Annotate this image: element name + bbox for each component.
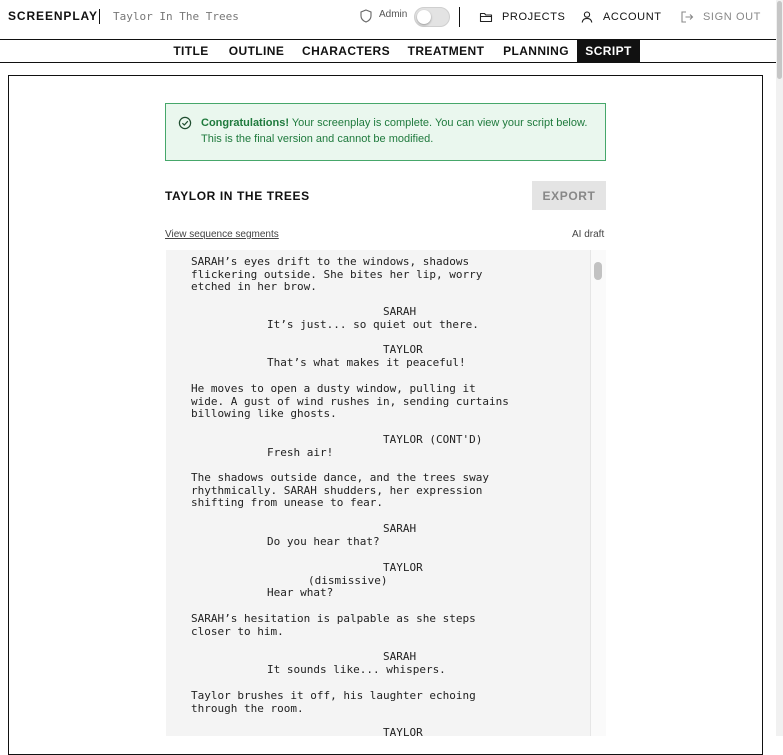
- script-title: TAYLOR IN THE TREES: [165, 189, 310, 203]
- view-sequence-segments-link[interactable]: View sequence segments: [165, 229, 279, 240]
- script-dialogue: Hear what?: [267, 586, 334, 599]
- script-action-line: SARAH’s hesitation is palpable as she st…: [191, 612, 476, 638]
- check-circle-icon: [178, 116, 192, 130]
- script-character-name: SARAH: [383, 305, 417, 318]
- projects-link[interactable]: PROJECTS: [479, 10, 565, 24]
- script-action-line: He moves to open a dusty window, pulling…: [191, 382, 509, 421]
- page-scrollbar[interactable]: [776, 0, 783, 736]
- sign-out-icon: [681, 11, 694, 23]
- tab-characters[interactable]: CHARACTERS: [298, 40, 394, 62]
- admin-label: Admin: [379, 9, 408, 20]
- export-button[interactable]: EXPORT: [532, 181, 606, 210]
- script-character-name: TAYLOR: [383, 561, 423, 574]
- header-divider: [459, 7, 460, 27]
- script-character-name: TAYLOR: [383, 343, 423, 356]
- script-dialogue: Fresh air!: [267, 446, 334, 459]
- script-scrollbar-thumb[interactable]: [594, 262, 602, 280]
- script-action-line: SARAH’s eyes drift to the windows, shado…: [191, 255, 483, 294]
- script-dialogue: It sounds like... whispers.: [267, 663, 446, 676]
- top-header: SCREENPLAY Taylor In The Trees Admin PRO…: [0, 0, 776, 34]
- brand-divider: [99, 9, 100, 24]
- brand-logo[interactable]: SCREENPLAY: [8, 9, 98, 23]
- script-character-name: TAYLOR (CONT'D): [383, 433, 483, 446]
- tab-outline[interactable]: OUTLINE: [224, 40, 289, 62]
- script-action-line: Taylor brushes it off, his laughter echo…: [191, 689, 476, 715]
- script-character-name: TAYLOR: [383, 726, 423, 736]
- page-scrollbar-thumb[interactable]: [777, 1, 782, 79]
- ai-draft-label: AI draft: [572, 229, 605, 240]
- screenplay-viewer[interactable]: SARAH’s eyes drift to the windows, shado…: [166, 250, 606, 736]
- script-dialogue: Do you hear that?: [267, 535, 380, 548]
- folder-icon: [479, 12, 493, 23]
- sign-out-link[interactable]: SIGN OUT: [680, 10, 761, 24]
- script-character-name: SARAH: [383, 650, 417, 663]
- tab-title[interactable]: TITLE: [167, 40, 215, 62]
- toggle-knob: [417, 10, 431, 24]
- script-scrollbar[interactable]: [590, 250, 606, 736]
- shield-icon: [360, 9, 372, 23]
- step-tabs: TITLE OUTLINE CHARACTERS TREATMENT PLANN…: [0, 39, 776, 63]
- admin-toggle[interactable]: [414, 7, 450, 27]
- projects-label: PROJECTS: [502, 11, 566, 23]
- account-link[interactable]: ACCOUNT: [580, 10, 662, 24]
- tab-planning[interactable]: PLANNING: [498, 40, 574, 62]
- user-icon: [581, 11, 593, 23]
- tab-treatment[interactable]: TREATMENT: [403, 40, 489, 62]
- script-action-line: The shadows outside dance, and the trees…: [191, 471, 490, 510]
- alert-message: Congratulations! Your screenplay is comp…: [201, 115, 591, 147]
- script-character-name: SARAH: [383, 522, 417, 535]
- script-dialogue: It’s just... so quiet out there.: [267, 318, 479, 331]
- script-dialogue: That’s what makes it peaceful!: [267, 356, 466, 369]
- sign-out-label: SIGN OUT: [703, 11, 761, 23]
- tab-script[interactable]: SCRIPT: [577, 40, 640, 62]
- project-name: Taylor In The Trees: [113, 10, 239, 23]
- alert-title: Congratulations!: [201, 117, 289, 129]
- completion-alert: Congratulations! Your screenplay is comp…: [165, 103, 606, 161]
- account-label: ACCOUNT: [603, 11, 662, 23]
